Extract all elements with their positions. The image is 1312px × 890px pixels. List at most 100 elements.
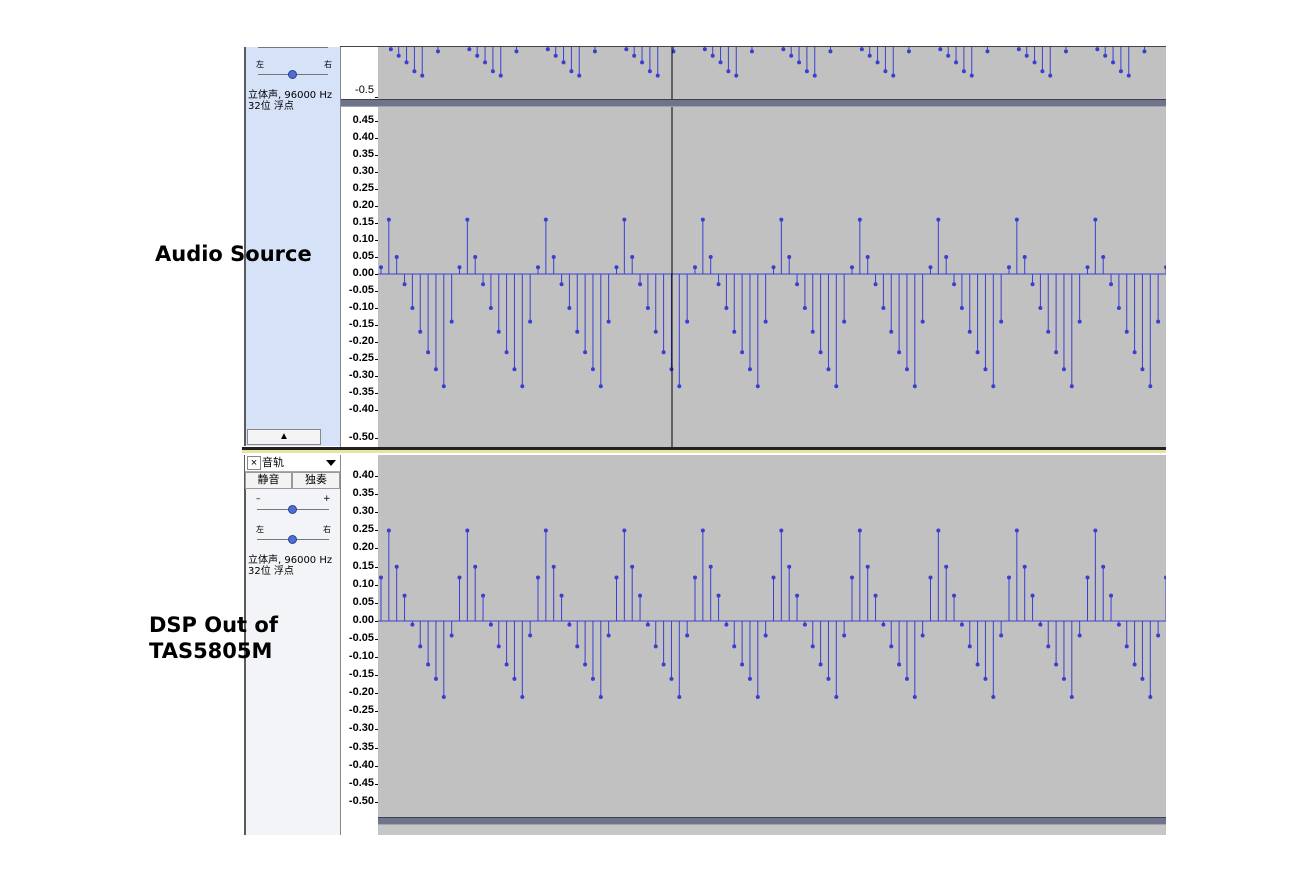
- sample-point: [467, 47, 472, 52]
- sample-point: [867, 53, 872, 58]
- sample-point: [732, 644, 737, 649]
- sample-point: [883, 69, 888, 74]
- sample-point: [475, 53, 480, 58]
- sample-point: [1014, 217, 1019, 222]
- sample-point: [606, 633, 611, 638]
- sample-point: [465, 217, 470, 222]
- sample-point: [441, 695, 446, 700]
- sample-point: [781, 47, 786, 52]
- sample-point: [645, 622, 650, 627]
- ruler-label: -0.15: [348, 668, 374, 681]
- ruler-label: 0.40: [352, 469, 374, 481]
- ruler-label: -0.40: [348, 758, 374, 771]
- solo-button[interactable]: 独奏: [292, 472, 340, 489]
- sample-point: [818, 350, 823, 355]
- sample-point: [481, 282, 486, 287]
- sample-point: [749, 49, 754, 54]
- ruler-separator: [340, 455, 341, 835]
- gain-slider-knob[interactable]: [288, 505, 297, 514]
- ruler-label: 0.35: [352, 148, 374, 160]
- clip-bar: [378, 817, 1166, 825]
- sample-point: [983, 676, 988, 681]
- track-header: × 音轨: [245, 455, 340, 472]
- sample-point: [669, 676, 674, 681]
- close-track-button[interactable]: ×: [247, 456, 261, 470]
- vertical-ruler-track1: 0.45 0.40 0.35 0.30 0.25 0.20 0.15 0.10 0.05 0.00…: [340, 107, 378, 447]
- sample-point: [1046, 329, 1051, 334]
- sample-point: [1040, 69, 1045, 74]
- sample-point: [418, 644, 423, 649]
- sample-point: [465, 528, 470, 533]
- sample-point: [912, 695, 917, 700]
- sample-point: [426, 662, 431, 667]
- track-menu-button[interactable]: 音轨: [262, 456, 338, 470]
- sample-point: [724, 306, 729, 310]
- sample-point: [936, 528, 941, 533]
- sample-point: [661, 350, 666, 355]
- ruler-label: -0.35: [348, 740, 374, 753]
- sample-point: [1046, 644, 1051, 649]
- sample-point: [944, 564, 949, 569]
- sample-point: [961, 69, 966, 74]
- sample-point: [583, 350, 588, 355]
- sample-point: [702, 47, 707, 52]
- sample-point: [1148, 695, 1153, 700]
- sample-point: [710, 53, 715, 58]
- sample-point: [1101, 564, 1106, 569]
- sample-point: [787, 564, 792, 569]
- sample-point: [795, 593, 800, 598]
- sample-point: [891, 73, 896, 78]
- ruler-label: -0.25: [348, 704, 374, 717]
- sample-point: [685, 319, 690, 324]
- sample-point: [677, 384, 682, 389]
- sample-point: [906, 49, 911, 54]
- sample-point: [881, 622, 886, 627]
- sample-point: [410, 622, 415, 627]
- sample-point: [614, 265, 619, 270]
- sample-point: [1093, 528, 1098, 533]
- ruler-label: 0.20: [352, 541, 374, 554]
- sample-point: [481, 593, 486, 598]
- sample-point: [747, 367, 752, 372]
- ruler-label: -0.40: [348, 403, 374, 415]
- sample-point: [1109, 282, 1114, 287]
- sample-point: [802, 306, 807, 310]
- sample-point: [771, 265, 776, 270]
- ruler-label: 0.10: [352, 233, 374, 245]
- mute-button[interactable]: 静音: [245, 472, 292, 489]
- sample-point: [842, 633, 847, 638]
- pan-slider-knob[interactable]: [288, 535, 297, 544]
- pan-slider-knob[interactable]: [288, 70, 297, 79]
- sample-point: [496, 329, 501, 334]
- sample-point: [488, 306, 493, 310]
- sample-point: [1061, 367, 1066, 372]
- ruler-label: -0.25: [348, 352, 374, 364]
- sample-point: [975, 662, 980, 667]
- sample-point: [590, 676, 595, 681]
- sample-point: [881, 306, 886, 310]
- sample-point: [859, 47, 864, 52]
- sample-point: [928, 575, 933, 580]
- sample-point: [1007, 265, 1011, 270]
- sample-point: [1048, 73, 1053, 78]
- sample-point: [394, 564, 399, 569]
- sample-point: [718, 60, 723, 65]
- collapse-track-button[interactable]: ▲: [247, 429, 321, 445]
- waveform-dsp-out[interactable]: [378, 455, 1168, 817]
- sample-point: [553, 53, 558, 58]
- ruler-label: -0.30: [348, 369, 374, 381]
- waveform-audio-source[interactable]: [378, 107, 1168, 447]
- sample-point: [952, 593, 957, 598]
- sample-point: [653, 644, 658, 649]
- sample-point: [889, 644, 894, 649]
- sample-point: [1022, 564, 1027, 569]
- ruler-label: 0.05: [352, 250, 374, 262]
- sample-point: [1164, 265, 1168, 270]
- sample-point: [402, 282, 407, 287]
- sample-point: [771, 575, 776, 580]
- sample-point: [512, 676, 517, 681]
- ruler-label: -0.20: [348, 335, 374, 347]
- sample-point: [850, 575, 854, 580]
- sample-point: [528, 633, 533, 638]
- waveform-top-partial[interactable]: [378, 47, 1166, 100]
